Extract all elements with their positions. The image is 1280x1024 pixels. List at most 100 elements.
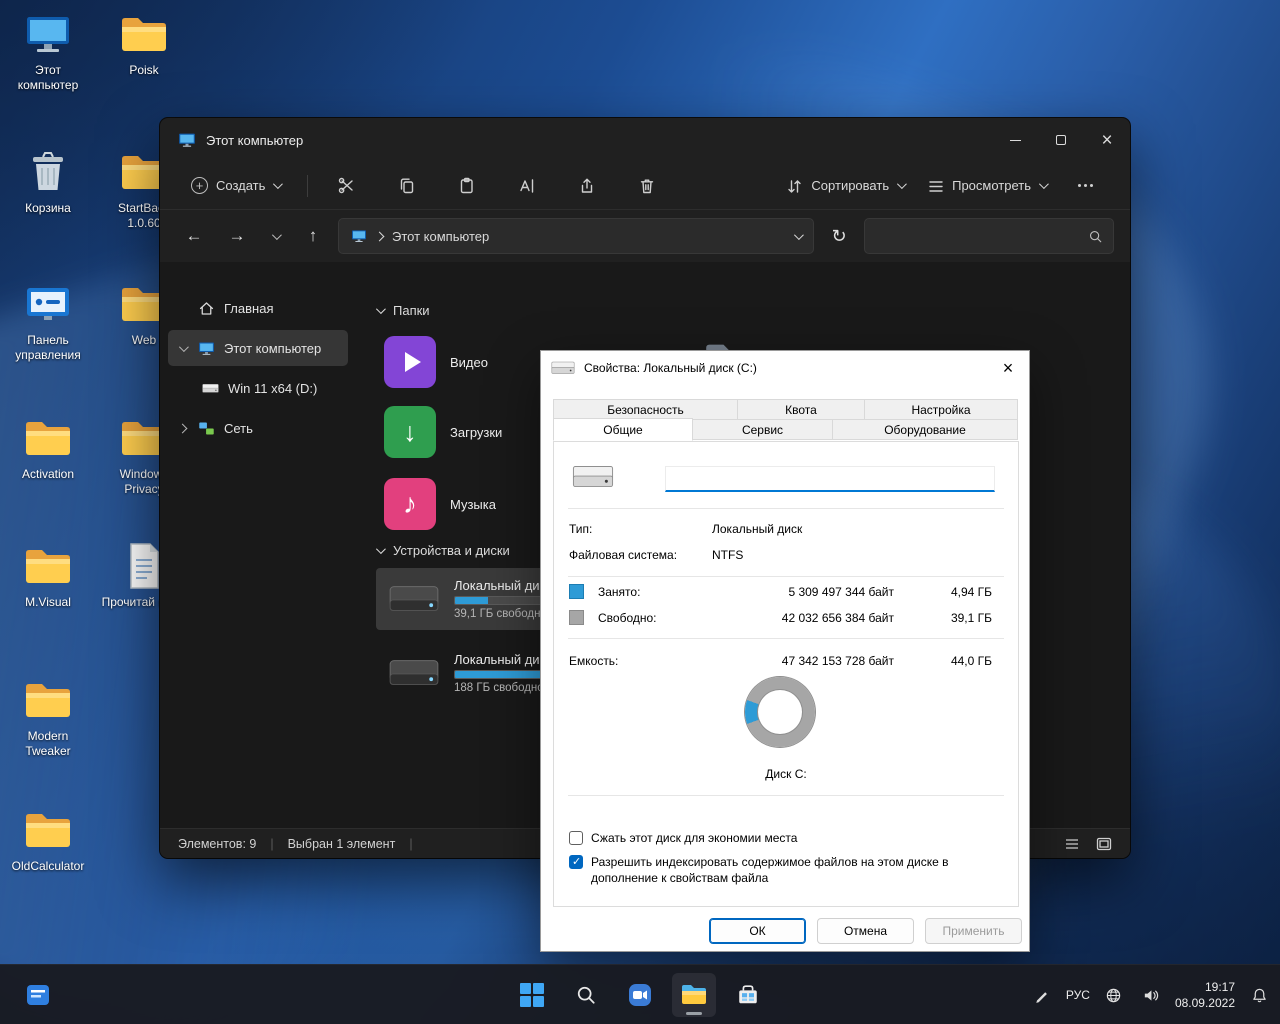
compress-checkbox-row[interactable]: Сжать этот диск для экономии места <box>569 830 797 846</box>
chevron-down-icon <box>1039 179 1049 189</box>
apply-button[interactable]: Применить <box>925 918 1022 944</box>
minimize-button[interactable] <box>992 118 1038 162</box>
explorer-titlebar[interactable]: Этот компьютер <box>160 118 1130 162</box>
desktop-icon-poisk[interactable]: Poisk <box>100 10 188 78</box>
search-input[interactable] <box>875 229 1080 244</box>
used-bytes: 5 309 497 344 байт <box>704 585 894 599</box>
forward-icon <box>229 226 246 246</box>
taskbar-search-button[interactable] <box>564 973 608 1017</box>
tab-hardware[interactable]: Оборудование <box>832 419 1018 440</box>
maximize-button[interactable] <box>1038 118 1084 162</box>
desktop-icon-oldcalculator[interactable]: OldCalculator <box>4 806 92 874</box>
desktop-icon-modern-tweaker[interactable]: Modern Tweaker <box>4 676 92 759</box>
sidebar-item-label: Этот компьютер <box>224 341 321 356</box>
address-dropdown-icon[interactable] <box>794 230 804 240</box>
section-folders[interactable]: Папки <box>376 298 430 322</box>
clock[interactable]: 19:17 08.09.2022 <box>1175 979 1235 1011</box>
tab-general[interactable]: Общие <box>553 418 693 441</box>
index-checkbox-row[interactable]: Разрешить индексировать содержимое файло… <box>569 854 989 886</box>
language-indicator[interactable]: РУС <box>1066 988 1090 1002</box>
search-box[interactable] <box>864 218 1114 254</box>
more-options-button[interactable] <box>1057 177 1114 194</box>
sidebar-item-this-pc[interactable]: Этот компьютер <box>168 330 348 366</box>
tab-control: Безопасность Квота Настройка Общие Серви… <box>553 399 1019 441</box>
desktop-icon-control-panel[interactable]: Панель управления <box>4 280 92 363</box>
maximize-icon <box>1056 135 1066 145</box>
divider <box>568 638 1004 639</box>
dialog-close-button[interactable] <box>987 351 1029 385</box>
sidebar-item-network[interactable]: Сеть <box>168 410 348 446</box>
globe-icon <box>1105 987 1122 1004</box>
bell-icon <box>1251 987 1268 1004</box>
compress-checkbox[interactable] <box>569 831 583 845</box>
volume-button[interactable] <box>1138 982 1164 1008</box>
share-button[interactable] <box>564 168 608 204</box>
plus-icon <box>191 177 208 194</box>
index-checkbox[interactable] <box>569 855 583 869</box>
address-bar[interactable]: Этот компьютер <box>338 218 814 254</box>
section-label: Устройства и диски <box>393 543 510 558</box>
new-button[interactable]: Создать <box>180 170 291 201</box>
close-button[interactable] <box>1084 118 1130 162</box>
status-divider <box>409 837 412 851</box>
recent-locations-button[interactable] <box>262 218 288 254</box>
large-icons-view-button[interactable] <box>1094 835 1112 853</box>
pinned-corner-app-button[interactable] <box>16 973 60 1017</box>
compress-checkbox-label: Сжать этот диск для экономии места <box>591 830 797 846</box>
free-bytes: 42 032 656 384 байт <box>704 611 894 625</box>
collapse-chevron-icon <box>376 544 386 554</box>
forward-button[interactable] <box>219 218 255 254</box>
back-button[interactable] <box>176 218 212 254</box>
desktop-icon-mvisual[interactable]: M.Visual <box>4 542 92 610</box>
section-devices[interactable]: Устройства и диски <box>376 538 510 562</box>
sort-button[interactable]: Сортировать <box>774 170 915 202</box>
start-button[interactable] <box>510 973 554 1017</box>
expand-chevron-icon[interactable] <box>178 423 188 433</box>
sidebar-item-home[interactable]: Главная <box>168 290 348 326</box>
drive-usage-fill <box>455 671 544 678</box>
store-button[interactable] <box>726 973 770 1017</box>
file-explorer-button[interactable] <box>672 973 716 1017</box>
type-label: Тип: <box>569 522 592 536</box>
details-view-button[interactable] <box>1062 835 1080 853</box>
desktop-icon-activation[interactable]: Activation <box>4 414 92 482</box>
desktop-icon-label: Activation <box>22 467 74 482</box>
delete-button[interactable] <box>624 168 668 204</box>
tab-customize[interactable]: Настройка <box>864 399 1018 420</box>
ok-button[interactable]: ОК <box>709 918 806 944</box>
desktop-icon-this-pc[interactable]: Этот компьютер <box>4 10 92 93</box>
folder-icon <box>24 676 72 724</box>
tab-security[interactable]: Безопасность <box>553 399 738 420</box>
close-icon <box>1101 131 1112 150</box>
desktop-icon-recycle-bin[interactable]: Корзина <box>4 148 92 216</box>
cut-button[interactable] <box>324 168 368 204</box>
volume-label-input[interactable] <box>665 466 995 492</box>
breadcrumb[interactable]: Этот компьютер <box>392 229 489 244</box>
chat-button[interactable] <box>618 973 662 1017</box>
desktop-icon-label: OldCalculator <box>12 859 85 874</box>
disk-caption: Диск C: <box>554 767 1018 781</box>
this-pc-icon <box>178 131 196 149</box>
paste-button[interactable] <box>444 168 488 204</box>
network-button[interactable] <box>1101 982 1127 1008</box>
pen-button[interactable] <box>1029 982 1055 1008</box>
view-button[interactable]: Просмотреть <box>915 170 1057 202</box>
pen-icon <box>1034 987 1050 1003</box>
search-icon <box>575 984 597 1006</box>
sidebar-item-label: Главная <box>224 301 273 316</box>
up-button[interactable] <box>295 218 331 254</box>
divider <box>568 795 1004 796</box>
copy-button[interactable] <box>384 168 428 204</box>
notifications-button[interactable] <box>1246 982 1272 1008</box>
expand-chevron-icon[interactable] <box>179 342 189 352</box>
cancel-button[interactable]: Отмена <box>817 918 914 944</box>
tab-tools[interactable]: Сервис <box>692 419 833 440</box>
dialog-titlebar[interactable]: Свойства: Локальный диск (C:) <box>541 351 1029 385</box>
rename-button[interactable] <box>504 168 548 204</box>
general-tab-panel: Тип: Локальный диск Файловая система: NT… <box>553 441 1019 907</box>
sidebar-item-drive-d[interactable]: Win 11 x64 (D:) <box>168 370 348 406</box>
tab-quota[interactable]: Квота <box>737 399 865 420</box>
downloads-folder-icon <box>384 406 436 458</box>
refresh-button[interactable] <box>821 218 857 254</box>
details-view-icon <box>1063 835 1080 852</box>
